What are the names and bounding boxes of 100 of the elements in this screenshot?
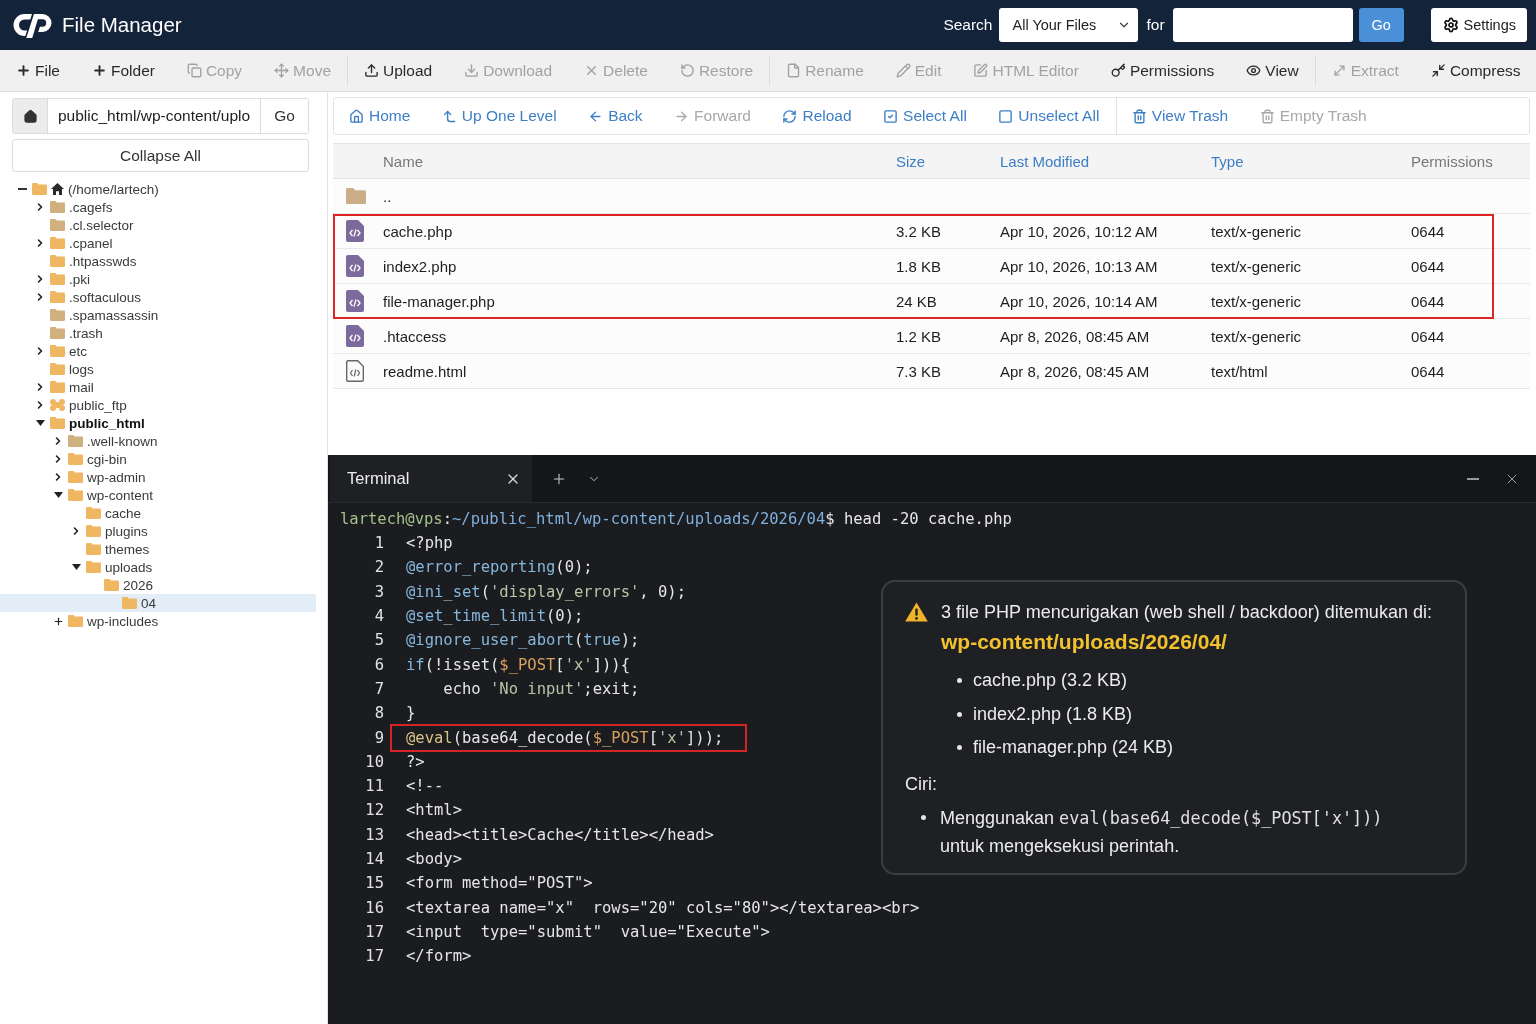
toolbar-button[interactable]: Upload [348,55,449,86]
line-number: 7 [374,679,384,698]
table-cell-text: text/x-generic [1210,222,1302,240]
settings-icon [1442,17,1459,33]
toolbar-button[interactable]: Folder [76,55,171,86]
nav-button[interactable]: Unselect All [983,98,1116,134]
trash-icon [1259,108,1275,124]
search-field[interactable] [1172,8,1353,42]
settings-button[interactable]: Settings [1430,8,1527,42]
tree-item[interactable]: .cpanel [0,234,316,252]
for-label: for [1146,16,1165,34]
tree-item[interactable]: .trash [0,324,316,342]
nav-button[interactable]: View Trash [1116,98,1245,134]
plus-icon [92,63,107,78]
nav-button[interactable]: Select All [868,98,984,134]
tree-item[interactable]: .htpasswds [0,252,316,270]
caret-down-icon[interactable] [71,564,81,570]
column-header[interactable]: Size [887,152,926,170]
tree-item[interactable]: logs [0,360,316,378]
bullet-icon [957,678,962,684]
code-line: <!-- [406,776,444,798]
code-line: <input type="submit" value="Execute"> [406,921,770,943]
column-header[interactable]: Last Modified [991,152,1090,170]
line-number: 6 [374,655,384,674]
table-cell-text: text/html [1210,362,1268,380]
diagonal-arrows-icon [1331,63,1347,78]
rotate-left-icon [679,63,695,78]
notice-path: wp-content/uploads/2026/04/ [941,629,1227,655]
tree-item[interactable]: wp-includes [0,612,316,630]
toolbar-button[interactable]: Compress [1414,55,1536,86]
line-number: 17 [365,922,384,941]
toolbar-button[interactable]: File [0,55,76,86]
code-line: ?> [406,751,425,773]
minus-icon[interactable] [17,188,27,190]
code-line: <form method="POST"> [406,873,593,895]
file-entry: index2.php (1.8 KB) [973,703,1133,725]
caret-down-icon[interactable] [53,492,63,498]
tree-item[interactable]: cache [0,504,316,522]
tree-item[interactable]: cgi-bin [0,450,316,468]
line-number: 15 [365,874,384,893]
reload-icon [782,108,798,124]
folder-icon [346,188,366,204]
minimize-button[interactable] [1467,477,1479,480]
caret-down-icon[interactable] [35,420,45,426]
table-cell-text: 1.2 KB [895,327,942,345]
table-cell-text: Apr 8, 2026, 08:45 AM [999,327,1150,345]
column-header: Name [383,152,423,170]
notice-heading: 3 file PHP mencurigakan (web shell / backdoor) ditemukan di: [941,601,1432,624]
traits-label: Ciri: [905,772,937,796]
tree-item[interactable]: mail [0,378,316,396]
scope-select[interactable]: All Your Files [998,8,1138,42]
collapse-all-button[interactable]: Collapse All [12,139,309,172]
arrow-right-icon [674,108,690,124]
tree-item[interactable]: wp-content [0,486,316,504]
tree-item[interactable]: .cagefs [0,198,316,216]
column-header[interactable]: Type [1202,152,1244,170]
table-cell-text: 7.3 KB [895,362,942,380]
terminal-tab[interactable]: Terminal [330,455,532,502]
line-number: 9 [374,728,384,747]
tree-item[interactable]: themes [0,540,316,558]
tree-item[interactable]: uploads [0,558,316,576]
inward-arrows-icon [1430,63,1446,78]
tree-item[interactable]: .pki [0,270,316,288]
table-cell-text: 3.2 KB [895,222,942,240]
key-icon [1110,63,1126,78]
code-line: <html> [406,800,462,822]
tree-item[interactable]: 2026 [0,576,316,594]
tree-item[interactable]: (/home/lartech) [0,180,316,198]
tree-item[interactable]: etc [0,342,316,360]
trait-text: Menggunakan eval(base64_decode($_POST['x'])) untuk mengeksekusi perintah. [940,806,1384,858]
nav-button[interactable]: Back [573,98,660,134]
toolbar-button[interactable]: Permissions [1094,55,1231,86]
code-line: @set_time_limit(0); [406,606,584,628]
checked-box-icon [883,108,899,124]
tree-item[interactable]: public_ftp [0,396,316,414]
tree-item[interactable]: wp-admin [0,468,316,486]
tree-item[interactable]: .well-known [0,432,316,450]
nav-button[interactable]: Reload [767,98,869,134]
tree-item[interactable]: plugins [0,522,316,540]
table-cell: readme.html [383,362,467,380]
pencil-icon [895,63,911,78]
search-label: Search [943,16,993,34]
bullet-icon [921,815,926,820]
tree-item[interactable]: .spamassassin [0,306,316,324]
code-line: <?php [406,533,453,555]
tree-item[interactable]: .softaculous [0,288,316,306]
toolbar-button[interactable]: View [1230,55,1315,86]
line-number: 11 [365,777,384,796]
nav-button[interactable]: Up One Level [426,98,574,134]
plus-icon[interactable] [52,615,64,627]
tree-item[interactable]: public_html [0,414,316,432]
nav-button[interactable]: Home [334,98,427,134]
table-cell-text: Apr 10, 2026, 10:12 AM [999,222,1158,240]
table-cell-text: 0644 [1410,362,1445,380]
table-cell-text: Apr 10, 2026, 10:13 AM [999,257,1158,275]
code-file-icon [346,220,364,242]
tree-item[interactable]: 04 [0,594,316,612]
code-file-icon [346,325,364,347]
line-number: 3 [374,582,384,601]
tree-item[interactable]: .cl.selector [0,216,316,234]
